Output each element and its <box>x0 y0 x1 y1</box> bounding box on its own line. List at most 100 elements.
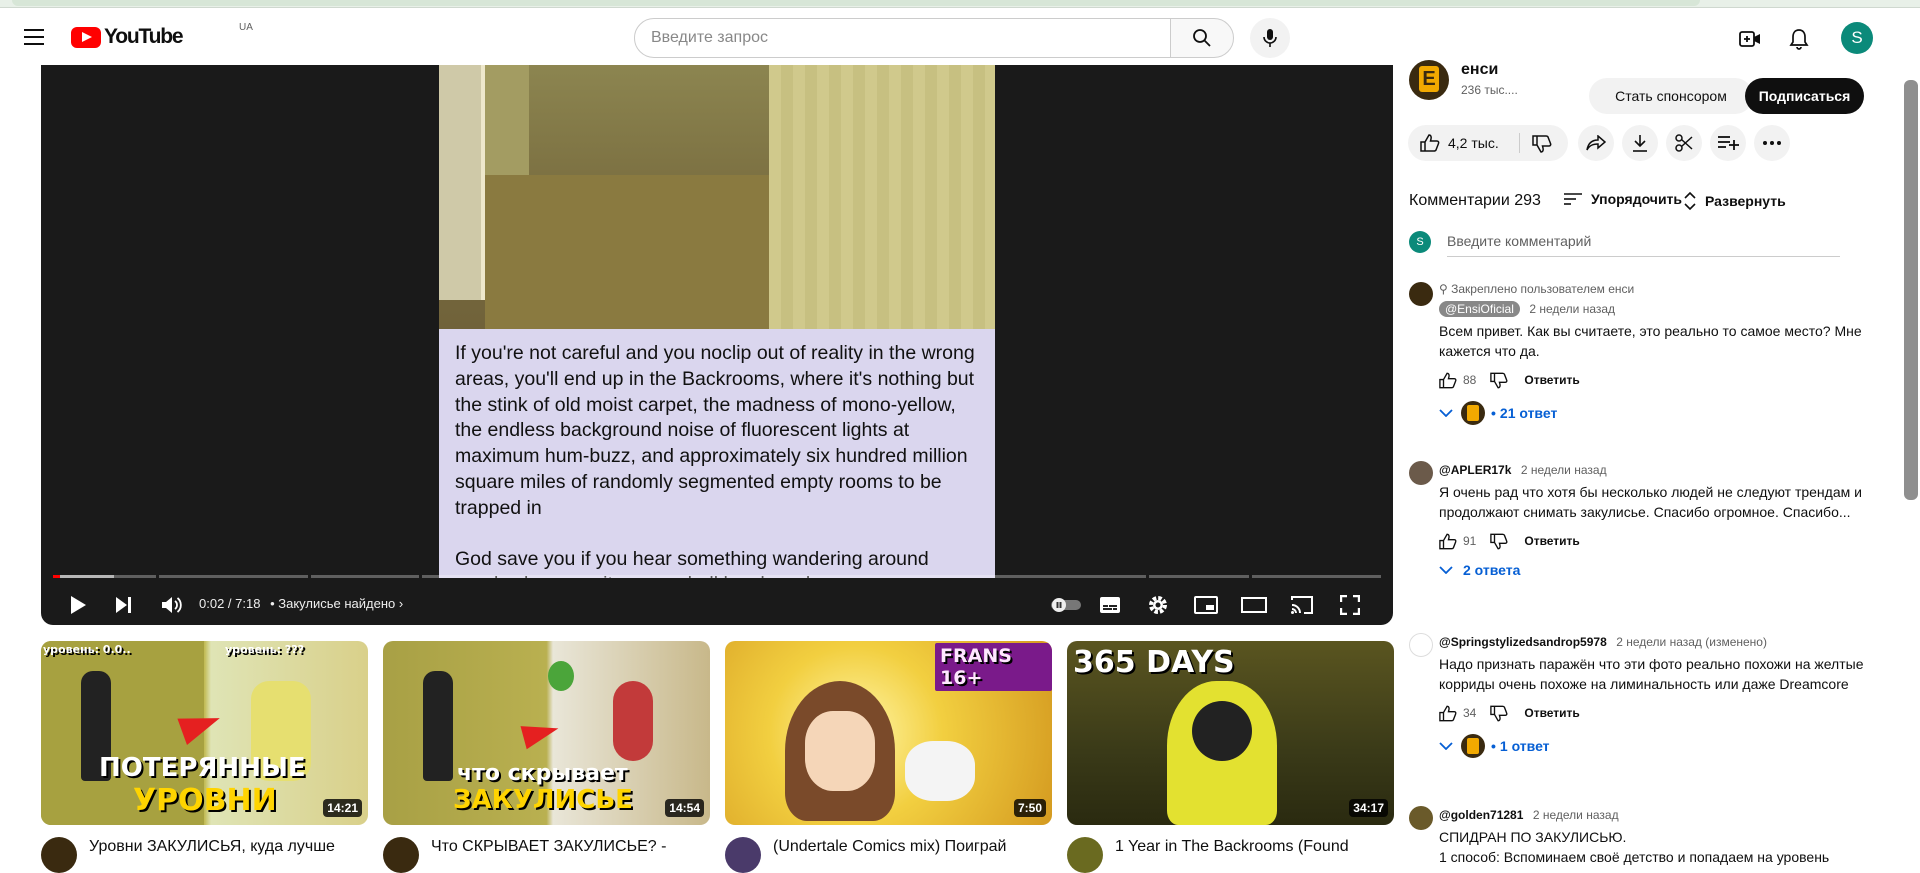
channel-avatar[interactable] <box>41 837 77 873</box>
thumbs-down-icon[interactable] <box>1532 135 1552 153</box>
autoplay-toggle[interactable] <box>1049 590 1083 620</box>
sort-icon <box>1564 193 1582 205</box>
share-button[interactable] <box>1578 125 1614 161</box>
search-input[interactable]: Введите запрос <box>634 18 1171 58</box>
youtube-logo[interactable]: YouTube UA <box>71 22 253 48</box>
browser-top-strip <box>0 0 1920 8</box>
cast-icon <box>1291 596 1313 614</box>
progress-buffered <box>59 575 114 578</box>
replies-count: 2 ответа <box>1463 562 1521 578</box>
subscribe-button[interactable]: Подписаться <box>1745 78 1864 114</box>
download-icon <box>1633 135 1647 152</box>
expand-icon <box>1684 191 1696 211</box>
recommendation-card[interactable]: уровень: 0.0.. уровень: ??? ПОТЕРЯННЫЕ У… <box>41 641 368 873</box>
like-count[interactable]: 4,2 тыс. <box>1448 135 1499 151</box>
reply-button[interactable]: Ответить <box>1524 534 1579 548</box>
mute-button[interactable] <box>157 590 187 620</box>
backrooms-scene-image <box>439 65 995 329</box>
cast-button[interactable] <box>1285 590 1319 620</box>
channel-avatar[interactable] <box>725 837 761 873</box>
thumbs-up-icon[interactable] <box>1439 372 1457 389</box>
join-button[interactable]: Стать спонсором <box>1589 78 1753 114</box>
comment-author[interactable]: @golden71281 <box>1439 808 1523 822</box>
video-title[interactable]: (Undertale Comics mix) Поиграй <box>773 837 1007 873</box>
comment-date[interactable]: 2 недели назад <box>1529 302 1615 316</box>
comment-author[interactable]: @EnsiOficial <box>1439 301 1520 317</box>
view-replies-button[interactable]: • 1 ответ <box>1439 734 1889 758</box>
reply-button[interactable]: Ответить <box>1524 706 1579 720</box>
comment-date[interactable]: 2 недели назад <box>1521 463 1607 477</box>
comment-author-avatar[interactable] <box>1409 282 1433 306</box>
thumbs-up-icon[interactable] <box>1439 705 1457 722</box>
channel-avatar[interactable] <box>1409 60 1449 100</box>
fullscreen-button[interactable] <box>1333 590 1367 620</box>
channel-avatar[interactable] <box>383 837 419 873</box>
create-video-icon[interactable] <box>1737 26 1763 52</box>
channel-avatar[interactable] <box>1067 837 1103 873</box>
miniplayer-button[interactable] <box>1189 590 1223 620</box>
thumbnail-headline: 365 DAYS <box>1073 645 1235 680</box>
video-thumbnail[interactable]: уровень: 0.0.. уровень: ??? ПОТЕРЯННЫЕ У… <box>41 641 368 825</box>
thumbs-down-icon[interactable] <box>1490 533 1508 550</box>
share-icon <box>1586 135 1606 151</box>
comment-author[interactable]: @APLER17k <box>1439 463 1511 477</box>
pinned-label: ⚲ Закреплено пользователем енси <box>1439 282 1635 296</box>
thumbs-down-icon[interactable] <box>1490 705 1508 722</box>
comment-author-avatar[interactable] <box>1409 806 1433 830</box>
recommendation-card[interactable]: что скрывает ЗАКУЛИСЬЕ 14:54 Что СКРЫВАЕ… <box>383 641 710 873</box>
clip-button[interactable] <box>1666 125 1702 161</box>
thumbnail-label: уровень: 0.0.. <box>43 643 131 656</box>
reply-button[interactable]: Ответить <box>1524 373 1579 387</box>
next-button[interactable] <box>109 590 139 620</box>
save-to-playlist-button[interactable] <box>1710 125 1746 161</box>
gear-icon <box>1149 596 1167 614</box>
view-replies-button[interactable]: • 21 ответ <box>1439 401 1889 425</box>
chapter-link[interactable]: • Закулисье найдено › <box>270 596 403 611</box>
notifications-bell-icon[interactable] <box>1786 26 1812 52</box>
page-scrollbar[interactable] <box>1904 80 1918 500</box>
thumbs-up-icon[interactable] <box>1439 533 1457 550</box>
replies-count: 21 ответ <box>1499 405 1558 421</box>
play-button[interactable] <box>63 590 93 620</box>
comment-author-avatar[interactable] <box>1409 461 1433 485</box>
expand-label: Развернуть <box>1705 193 1786 209</box>
theater-mode-button[interactable] <box>1237 590 1271 620</box>
thumbs-down-icon[interactable] <box>1490 372 1508 389</box>
progress-bar[interactable] <box>53 575 1381 578</box>
comment-author[interactable]: @Springstylizedsandrop5978 <box>1439 635 1607 649</box>
view-replies-button[interactable]: 2 ответа <box>1439 562 1889 578</box>
thumbnail-headline: что скрывает <box>457 761 628 786</box>
comment-date[interactable]: 2 недели назад <box>1533 808 1619 822</box>
video-title[interactable]: Уровни ЗАКУЛИСЬЯ, куда лучше <box>89 837 335 873</box>
voice-search-button[interactable] <box>1250 18 1290 58</box>
sort-comments-button[interactable]: Упорядочить <box>1563 191 1682 207</box>
video-player[interactable]: If you're not careful and you noclip out… <box>41 65 1393 625</box>
video-thumbnail[interactable]: что скрывает ЗАКУЛИСЬЕ 14:54 <box>383 641 710 825</box>
recommendation-card[interactable]: FRANS 16+ 7:50 (Undertale Comics mix) По… <box>725 641 1052 873</box>
comment-author-avatar[interactable] <box>1409 633 1433 657</box>
comments-count: Комментарии 293 <box>1409 192 1541 209</box>
thumbs-up-icon[interactable] <box>1420 134 1440 152</box>
more-actions-button[interactable] <box>1754 125 1790 161</box>
download-button[interactable] <box>1622 125 1658 161</box>
video-title[interactable]: 1 Year in The Backrooms (Found <box>1115 837 1349 873</box>
caption-paragraph: God save you if you hear something wande… <box>455 547 929 578</box>
recommendation-card[interactable]: 365 DAYS 34:17 1 Year in The Backrooms (… <box>1067 641 1394 873</box>
video-title[interactable]: Что СКРЫВАЕТ ЗАКУЛИСЬЕ? - <box>431 837 666 873</box>
video-thumbnail[interactable]: FRANS 16+ 7:50 <box>725 641 1052 825</box>
comment-date[interactable]: 2 недели назад (изменено) <box>1616 635 1767 649</box>
subtitles-button[interactable] <box>1093 590 1127 620</box>
video-thumbnail[interactable]: 365 DAYS 34:17 <box>1067 641 1394 825</box>
comment-input[interactable]: Введите комментарий <box>1447 233 1840 257</box>
thumbnail-headline: ПОТЕРЯННЫЕ <box>99 753 306 783</box>
settings-button[interactable] <box>1141 590 1175 620</box>
progress-played <box>53 575 60 578</box>
menu-icon[interactable] <box>20 25 50 49</box>
fullscreen-icon <box>1340 595 1360 615</box>
miniplayer-icon <box>1194 596 1218 614</box>
account-avatar[interactable]: S <box>1841 22 1873 54</box>
expand-comments-button[interactable]: Развернуть <box>1683 191 1786 211</box>
search-button[interactable] <box>1170 18 1234 58</box>
youtube-play-icon <box>71 26 101 48</box>
channel-name[interactable]: енси <box>1461 61 1498 79</box>
